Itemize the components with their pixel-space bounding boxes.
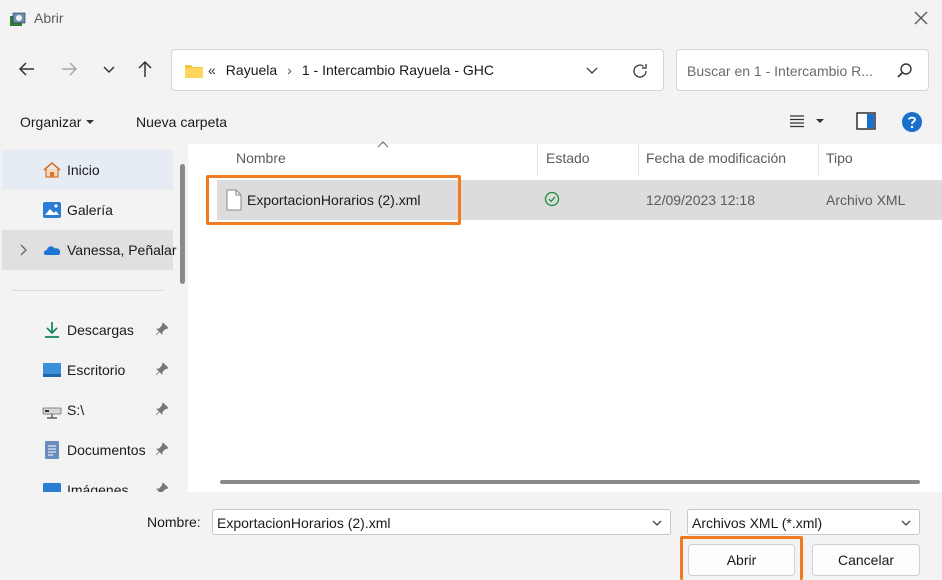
up-button[interactable] [134,58,156,80]
home-icon [43,161,61,178]
sidebar-item-label: Inicio [67,162,100,178]
preview-pane-icon[interactable] [856,112,876,130]
file-type-filter-value: Archivos XML (*.xml) [692,515,823,531]
arrow-up-icon [138,60,152,77]
download-icon [45,322,59,338]
file-modified: 12/09/2023 12:18 [646,192,755,208]
navigation-bar: « Rayuela › 1 - Intercambio Rayuela - GH… [0,38,942,100]
pin-icon[interactable] [155,442,169,456]
sort-ascending-icon [377,141,389,148]
open-button[interactable]: Abrir [688,544,795,576]
column-header-name[interactable]: Nombre [236,150,286,166]
sidebar-item-label: Vanessa, Peñalar [67,242,177,258]
command-bar: Organizar Nueva carpeta [0,100,942,144]
breadcrumb-overflow[interactable]: « [208,62,216,78]
sidebar-item-onedrive[interactable]: Vanessa, Peñalar [2,230,177,270]
pin-icon[interactable] [155,362,169,376]
filename-value[interactable]: ExportacionHorarios (2).xml [217,515,391,531]
pin-icon[interactable] [155,482,169,492]
column-header-status[interactable]: Estado [546,150,590,166]
organize-button[interactable]: Organizar [20,114,95,130]
sidebar-scrollbar[interactable] [180,164,185,284]
column-header-modified[interactable]: Fecha de modificación [646,150,786,166]
network-drive-icon [42,407,62,419]
filename-field[interactable]: ExportacionHorarios (2).xml [212,509,671,535]
recent-locations-button[interactable] [98,58,120,80]
chevron-down-icon [901,520,911,526]
sidebar-item-descargas[interactable]: Descargas [2,310,173,350]
breadcrumb-separator[interactable]: › [287,62,292,78]
sidebar-item-documentos[interactable]: Documentos [2,430,173,470]
view-options-button[interactable] [789,114,825,128]
refresh-icon[interactable] [630,61,650,81]
sidebar-divider [12,290,163,291]
filename-label: Nombre: [147,514,201,530]
synced-check-icon [544,191,560,207]
sidebar-item-inicio[interactable]: Inicio [2,150,173,190]
breadcrumb: « Rayuela › 1 - Intercambio Rayuela - GH… [208,62,494,78]
pictures-icon [43,483,61,492]
cancel-button[interactable]: Cancelar [812,544,920,576]
gallery-icon [43,202,61,218]
window-title: Abrir [34,10,64,26]
onedrive-cloud-icon [43,246,61,255]
sidebar-item-label: Galería [67,202,113,218]
sidebar-item-label: Descargas [67,322,134,338]
list-view-icon [790,115,804,128]
chevron-down-icon[interactable] [584,62,600,78]
search-box[interactable]: Buscar en 1 - Intercambio R... [676,49,929,91]
help-icon[interactable] [901,111,923,133]
desktop-icon [43,363,61,377]
arrow-right-icon [62,62,78,76]
sidebar-item-imagenes[interactable]: Imágenes [2,470,173,492]
organize-label: Organizar [20,114,82,130]
file-type-filter[interactable]: Archivos XML (*.xml) [687,509,920,535]
column-header-type[interactable]: Tipo [826,150,853,166]
arrow-left-icon [18,62,34,76]
column-divider[interactable] [818,144,819,176]
back-button[interactable] [16,58,38,80]
dialog-footer: Nombre: ExportacionHorarios (2).xml Arch… [0,492,942,580]
app-icon [10,12,26,26]
close-icon[interactable] [912,9,930,27]
pin-icon[interactable] [155,322,169,336]
selected-file-highlight [206,175,461,225]
breadcrumb-item-intercambio[interactable]: 1 - Intercambio Rayuela - GHC [302,62,494,78]
sidebar-item-label: Documentos [67,442,146,458]
caret-down-icon [816,119,824,123]
new-folder-button[interactable]: Nueva carpeta [136,114,227,130]
horizontal-scrollbar[interactable] [220,480,920,484]
sidebar-item-label: Imágenes [67,482,129,492]
forward-button[interactable] [58,58,80,80]
search-placeholder[interactable]: Buscar en 1 - Intercambio R... [687,63,873,79]
navigation-pane: Inicio Galería Vanessa, Peñalar Descarga… [0,144,188,492]
chevron-right-icon[interactable] [18,243,28,257]
column-divider[interactable] [537,144,538,176]
sidebar-item-galeria[interactable]: Galería [2,190,173,230]
search-icon[interactable] [896,62,914,80]
sidebar-item-s-drive[interactable]: S:\ [2,390,173,430]
title-bar: Abrir [0,0,942,38]
documents-icon [45,441,59,459]
pin-icon[interactable] [155,402,169,416]
caret-down-icon [86,120,95,124]
file-type: Archivo XML [826,192,906,208]
breadcrumb-item-rayuela[interactable]: Rayuela [226,62,277,78]
sidebar-item-escritorio[interactable]: Escritorio [2,350,173,390]
sidebar-item-label: S:\ [67,402,85,418]
sidebar-item-label: Escritorio [67,362,126,378]
address-bar[interactable]: « Rayuela › 1 - Intercambio Rayuela - GH… [171,49,664,91]
folder-icon [185,65,203,78]
chevron-down-icon [103,66,115,74]
column-divider[interactable] [638,144,639,176]
chevron-down-icon[interactable] [650,516,664,530]
